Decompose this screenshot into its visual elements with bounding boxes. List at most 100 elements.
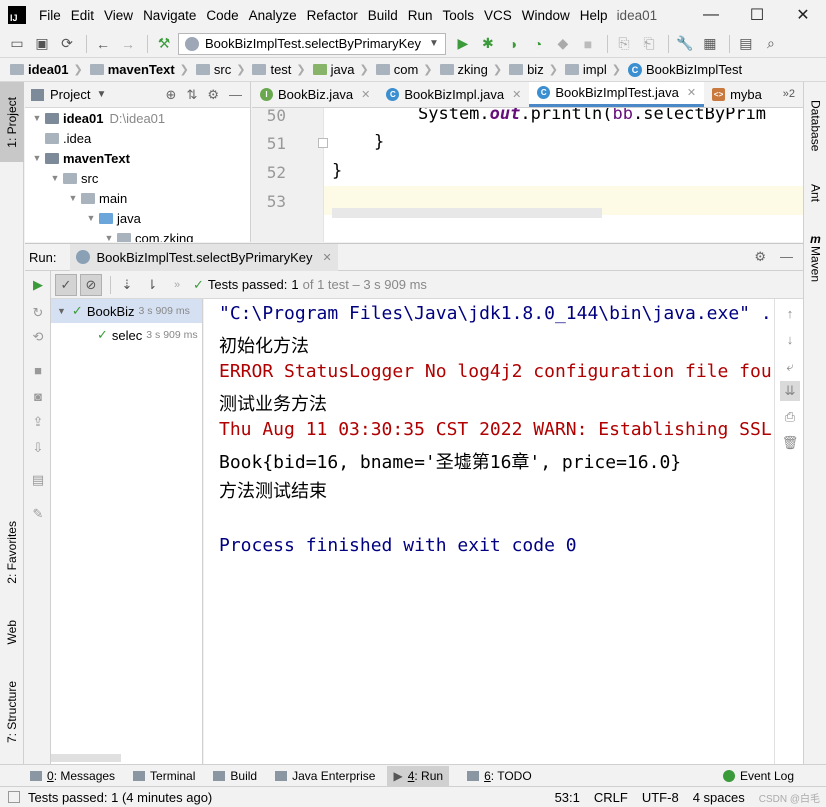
sort-duration-icon[interactable]: ⇂ <box>141 274 163 296</box>
console-output[interactable]: "C:\Program Files\Java\jdk1.8.0_144\bin\… <box>204 299 774 764</box>
show-ignored-icon[interactable]: ⊘ <box>80 273 102 296</box>
breadcrumb-item[interactable]: com ❯ <box>375 62 438 77</box>
breadcrumb-item[interactable]: C BookBizImplTest <box>627 62 742 77</box>
indent-setting[interactable]: 4 spaces <box>693 790 745 805</box>
tool-window-web[interactable]: Web <box>0 607 24 657</box>
breadcrumb-item[interactable]: impl ❯ <box>564 62 626 77</box>
tool-todo[interactable]: 6: TODO <box>467 769 532 783</box>
tool-window-maven[interactable]: m Maven <box>804 228 826 286</box>
scroll-to-end-icon[interactable]: ⇊ <box>780 381 800 401</box>
tool-window-database[interactable]: Database <box>804 88 826 164</box>
attach-icon[interactable]: ◆ <box>552 33 574 55</box>
export-icon[interactable]: ⇪ <box>29 413 47 431</box>
menu-run[interactable]: Run <box>403 8 438 23</box>
tree-item[interactable]: ▼ main <box>25 188 250 208</box>
cursor-position[interactable]: 53:1 <box>555 790 580 805</box>
tree-item[interactable]: ▼ src <box>25 168 250 188</box>
tool-terminal[interactable]: Terminal <box>133 769 195 783</box>
vcs-update-icon[interactable]: ⎘ <box>613 33 635 55</box>
hide-icon[interactable]: — <box>780 249 793 265</box>
editor-tab[interactable]: <> myba <box>704 82 770 107</box>
hide-icon[interactable]: — <box>229 87 242 103</box>
close-tab-icon[interactable]: ✕ <box>512 88 521 101</box>
build-hammer-icon[interactable]: ⚒ <box>153 33 175 55</box>
menu-edit[interactable]: Edit <box>66 8 99 23</box>
close-tab-icon[interactable]: ✕ <box>361 88 370 101</box>
breadcrumb-item[interactable]: idea01 ❯ <box>10 62 88 77</box>
tool-window-structure[interactable]: 7: Structure <box>0 667 24 757</box>
fold-marker-icon[interactable] <box>318 138 328 148</box>
tool-event-log[interactable]: Event Log <box>722 769 794 783</box>
gear-icon[interactable]: ⚙ <box>754 249 766 265</box>
tool-run[interactable]: ▶ 4: Run <box>387 765 450 786</box>
menu-code[interactable]: Code <box>201 8 243 23</box>
toggle-tool-windows-icon[interactable] <box>8 791 20 803</box>
menu-help[interactable]: Help <box>575 8 613 23</box>
horizontal-scrollbar[interactable] <box>51 754 121 762</box>
pin-icon[interactable]: ✎ <box>29 505 47 523</box>
tree-item[interactable]: ▼ mavenText <box>25 148 250 168</box>
search-icon[interactable]: ⌕ <box>760 33 782 55</box>
tool-window-favorites[interactable]: 2: Favorites <box>0 512 24 592</box>
menu-build[interactable]: Build <box>363 8 403 23</box>
print-icon[interactable]: ⎙ <box>780 407 800 427</box>
breadcrumb-item[interactable]: biz ❯ <box>509 62 563 77</box>
run-tab[interactable]: BookBizImplTest.selectByPrimaryKey ✕ <box>70 243 338 271</box>
status-message[interactable]: Tests passed: 1 (4 minutes ago) <box>28 790 212 805</box>
breadcrumb-item[interactable]: test ❯ <box>252 62 310 77</box>
profile-icon[interactable]: ◔ <box>527 33 549 55</box>
breadcrumb-item[interactable]: mavenText ❯ <box>89 62 194 77</box>
line-separator[interactable]: CRLF <box>594 790 628 805</box>
locate-icon[interactable]: ⊕ <box>166 87 177 103</box>
project-structure-icon[interactable]: ▦ <box>699 33 721 55</box>
code-editor[interactable]: 50 51 52 53 System.out.println(bb.select… <box>252 108 803 242</box>
arrow-up-icon[interactable]: ↑ <box>780 303 800 323</box>
run-coverage-icon[interactable]: ◑ <box>502 33 524 55</box>
show-passed-icon[interactable]: ✓ <box>55 273 77 296</box>
minimize-button[interactable]: — <box>688 0 734 30</box>
breadcrumb-item[interactable]: java ❯ <box>312 62 374 77</box>
arrow-down-icon[interactable]: ↓ <box>780 329 800 349</box>
horizontal-scrollbar[interactable] <box>332 208 602 218</box>
chevron-down-icon[interactable]: ▼ <box>96 89 106 100</box>
stop-icon[interactable]: ■ <box>577 33 599 55</box>
stop-icon[interactable]: ■ <box>29 361 47 379</box>
trash-icon[interactable]: 🗑 <box>780 433 800 453</box>
editor-tab-active[interactable]: C BookBizImplTest.java ✕ <box>529 82 705 107</box>
menu-vcs[interactable]: VCS <box>479 8 517 23</box>
close-button[interactable]: ✕ <box>780 0 826 30</box>
tree-item[interactable]: .idea <box>25 128 250 148</box>
menu-navigate[interactable]: Navigate <box>138 8 201 23</box>
menu-refactor[interactable]: Refactor <box>302 8 363 23</box>
tool-messages[interactable]: 0: Messages <box>30 769 115 783</box>
tool-window-ant[interactable]: Ant <box>804 172 826 214</box>
toggle-auto-test-icon[interactable]: ⟲ <box>29 328 47 346</box>
menu-file[interactable]: File <box>34 8 66 23</box>
presentation-icon[interactable]: ▤ <box>735 33 757 55</box>
sort-alpha-icon[interactable]: ⇣ <box>116 274 138 296</box>
tool-build[interactable]: Build <box>213 769 257 783</box>
rerun-icon[interactable]: ▶ <box>29 276 47 294</box>
tree-item[interactable]: ▼ idea01 D:\idea01 <box>25 108 250 128</box>
tree-item[interactable]: ▼ java <box>25 208 250 228</box>
import-icon[interactable]: ⇩ <box>29 439 47 457</box>
sync-icon[interactable]: ⟳ <box>56 33 78 55</box>
menu-view[interactable]: View <box>99 8 138 23</box>
editor-tab[interactable]: I BookBiz.java ✕ <box>252 82 378 107</box>
collapse-all-icon[interactable]: ⇅ <box>186 87 197 103</box>
soft-wrap-icon[interactable]: ⤶ <box>780 357 800 377</box>
debug-icon[interactable]: ✱ <box>477 33 499 55</box>
breadcrumb-item[interactable]: zking ❯ <box>439 62 508 77</box>
more-icon[interactable]: » <box>166 274 188 296</box>
open-folder-icon[interactable]: ▭ <box>6 33 28 55</box>
test-suite-row[interactable]: ▼ ✓ BookBiz 3 s 909 ms <box>51 299 202 323</box>
run-configuration-dropdown[interactable]: BookBizImplTest.selectByPrimaryKey ▼ <box>178 32 446 55</box>
breadcrumb-item[interactable]: src ❯ <box>195 62 251 77</box>
layout-icon[interactable]: ▤ <box>29 471 47 489</box>
menu-analyze[interactable]: Analyze <box>244 8 302 23</box>
menu-tools[interactable]: Tools <box>438 8 480 23</box>
close-tab-icon[interactable]: ✕ <box>687 86 696 99</box>
file-encoding[interactable]: UTF-8 <box>642 790 679 805</box>
tool-java-enterprise[interactable]: Java Enterprise <box>275 769 375 783</box>
gear-icon[interactable]: ⚙ <box>207 87 219 103</box>
